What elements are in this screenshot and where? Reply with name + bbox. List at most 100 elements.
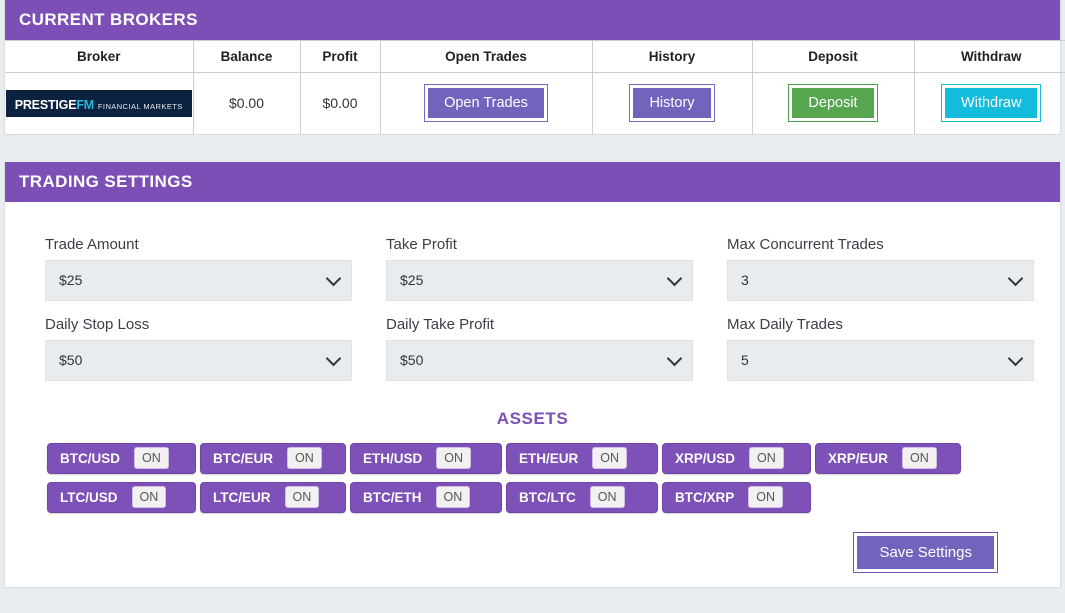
asset-toggle-xrp-eur[interactable]: XRP/EUR ON bbox=[815, 442, 961, 474]
select-take-profit-value: $25 bbox=[400, 272, 424, 288]
field-label-take-profit: Take Profit bbox=[386, 235, 457, 253]
save-settings-row: Save Settings bbox=[45, 521, 1020, 573]
asset-state-badge: ON bbox=[287, 447, 322, 469]
deposit-cell: Deposit bbox=[751, 72, 915, 134]
asset-state-badge: ON bbox=[589, 486, 625, 508]
logo-tagline: FINANCIAL MARKETS bbox=[97, 101, 183, 111]
asset-toggle-btc-usd[interactable]: BTC/USD ON bbox=[47, 442, 196, 474]
broker-cell: PRESTIGEFM FINANCIAL MARKETS bbox=[5, 72, 194, 134]
field-daily-take-profit: Daily Take Profit $50 bbox=[386, 316, 693, 381]
table-row: PRESTIGEFM FINANCIAL MARKETS $0.00 $0.00… bbox=[5, 72, 1065, 134]
asset-state-badge: ON bbox=[284, 486, 320, 508]
trading-settings-title: TRADING SETTINGS bbox=[5, 161, 1060, 202]
asset-label: BTC/ETH bbox=[363, 489, 422, 505]
column-header-withdraw: Withdraw bbox=[913, 40, 1065, 73]
open-trades-button-label: Open Trades bbox=[428, 88, 544, 119]
assets-list: BTC/USD ON BTC/EUR ON ETH/USD ON ETH/EUR… bbox=[45, 442, 1020, 513]
field-label-daily-stop-loss: Daily Stop Loss bbox=[45, 315, 150, 333]
history-button[interactable]: History bbox=[629, 84, 715, 123]
asset-state-badge: ON bbox=[436, 447, 472, 469]
select-max-concurrent-trades[interactable]: 3 bbox=[727, 259, 1034, 301]
panel-spacer bbox=[0, 135, 1065, 162]
assets-heading: ASSETS bbox=[496, 408, 569, 428]
asset-label: BTC/EUR bbox=[213, 450, 273, 466]
open-trades-cell: Open Trades bbox=[379, 72, 593, 134]
asset-label: BTC/LTC bbox=[519, 489, 576, 505]
field-label-max-daily-trades: Max Daily Trades bbox=[727, 315, 843, 333]
asset-state-badge: ON bbox=[134, 447, 169, 469]
asset-toggle-ltc-eur[interactable]: LTC/EUR ON bbox=[200, 481, 346, 513]
current-brokers-panel: CURRENT BROKERS Broker Balance Profit Op… bbox=[4, 0, 1065, 135]
withdraw-button[interactable]: Withdraw bbox=[941, 84, 1042, 123]
trading-settings-body: Trade Amount $25 Take Profit $25 Max Con… bbox=[5, 202, 1060, 587]
asset-state-badge: ON bbox=[748, 486, 784, 508]
asset-label: XRP/USD bbox=[675, 450, 736, 466]
asset-toggle-ltc-usd[interactable]: LTC/USD ON bbox=[47, 481, 196, 513]
logo-wordmark-main: PRESTIGE bbox=[14, 97, 77, 112]
asset-label: LTC/EUR bbox=[213, 489, 271, 505]
prestige-fm-logo: PRESTIGEFM FINANCIAL MARKETS bbox=[5, 89, 192, 117]
select-max-daily-trades-value: 5 bbox=[741, 352, 749, 368]
field-label-trade-amount: Trade Amount bbox=[45, 235, 139, 253]
save-settings-button[interactable]: Save Settings bbox=[853, 531, 998, 573]
asset-toggle-xrp-usd[interactable]: XRP/USD ON bbox=[662, 442, 811, 474]
withdraw-button-label: Withdraw bbox=[945, 88, 1038, 119]
deposit-button[interactable]: Deposit bbox=[788, 84, 878, 123]
column-header-balance: Balance bbox=[192, 40, 301, 73]
asset-state-badge: ON bbox=[592, 447, 628, 469]
asset-toggle-eth-usd[interactable]: ETH/USD ON bbox=[350, 442, 502, 474]
field-max-daily-trades: Max Daily Trades 5 bbox=[727, 316, 1034, 381]
history-cell: History bbox=[591, 72, 753, 134]
asset-state-badge: ON bbox=[902, 447, 937, 469]
chevron-down-icon bbox=[325, 350, 342, 367]
assets-row-2: LTC/USD ON LTC/EUR ON BTC/ETH ON BTC/LTC… bbox=[47, 481, 1020, 513]
select-trade-amount-value: $25 bbox=[59, 272, 83, 288]
select-max-concurrent-trades-value: 3 bbox=[741, 272, 749, 288]
asset-state-badge: ON bbox=[435, 486, 471, 508]
select-take-profit[interactable]: $25 bbox=[386, 259, 693, 301]
chevron-down-icon bbox=[1007, 270, 1024, 287]
select-daily-stop-loss[interactable]: $50 bbox=[45, 339, 352, 381]
balance-value: $0.00 bbox=[192, 72, 301, 134]
chevron-down-icon bbox=[325, 270, 342, 287]
deposit-button-label: Deposit bbox=[792, 88, 874, 119]
assets-row-1: BTC/USD ON BTC/EUR ON ETH/USD ON ETH/EUR… bbox=[47, 442, 1020, 474]
asset-toggle-btc-xrp[interactable]: BTC/XRP ON bbox=[662, 481, 811, 513]
asset-label: XRP/EUR bbox=[828, 450, 889, 466]
select-trade-amount[interactable]: $25 bbox=[45, 259, 352, 301]
settings-fields-grid: Trade Amount $25 Take Profit $25 Max Con… bbox=[45, 235, 1034, 396]
asset-label: LTC/USD bbox=[60, 489, 118, 505]
asset-toggle-btc-ltc[interactable]: BTC/LTC ON bbox=[506, 481, 658, 513]
logo-wordmark-accent: FM bbox=[76, 97, 94, 112]
chevron-down-icon bbox=[666, 350, 683, 367]
current-brokers-title: CURRENT BROKERS bbox=[5, 0, 1060, 40]
column-header-profit: Profit bbox=[299, 40, 381, 73]
field-daily-stop-loss: Daily Stop Loss $50 bbox=[45, 316, 352, 381]
open-trades-button[interactable]: Open Trades bbox=[424, 84, 548, 123]
asset-label: ETH/EUR bbox=[519, 450, 579, 466]
chevron-down-icon bbox=[1007, 350, 1024, 367]
column-header-history: History bbox=[591, 40, 753, 73]
column-header-broker: Broker bbox=[5, 40, 194, 73]
asset-state-badge: ON bbox=[749, 447, 784, 469]
field-trade-amount: Trade Amount $25 bbox=[45, 236, 352, 301]
asset-toggle-eth-eur[interactable]: ETH/EUR ON bbox=[506, 442, 658, 474]
column-header-open-trades: Open Trades bbox=[379, 40, 593, 73]
asset-label: BTC/XRP bbox=[675, 489, 735, 505]
asset-state-badge: ON bbox=[131, 486, 167, 508]
asset-toggle-btc-eur[interactable]: BTC/EUR ON bbox=[200, 442, 346, 474]
select-daily-take-profit[interactable]: $50 bbox=[386, 339, 693, 381]
save-settings-button-label: Save Settings bbox=[857, 535, 994, 569]
select-max-daily-trades[interactable]: 5 bbox=[727, 339, 1034, 381]
field-label-max-concurrent-trades: Max Concurrent Trades bbox=[727, 235, 884, 253]
column-header-deposit: Deposit bbox=[751, 40, 915, 73]
profit-value: $0.00 bbox=[299, 72, 381, 134]
brokers-table: Broker Balance Profit Open Trades Histor… bbox=[5, 40, 1065, 134]
logo-wordmark: PRESTIGEFM bbox=[15, 98, 94, 112]
history-button-label: History bbox=[633, 88, 711, 119]
field-max-concurrent-trades: Max Concurrent Trades 3 bbox=[727, 236, 1034, 301]
chevron-down-icon bbox=[666, 270, 683, 287]
asset-toggle-btc-eth[interactable]: BTC/ETH ON bbox=[350, 481, 502, 513]
field-label-daily-take-profit: Daily Take Profit bbox=[386, 315, 495, 333]
asset-label: BTC/USD bbox=[60, 450, 120, 466]
